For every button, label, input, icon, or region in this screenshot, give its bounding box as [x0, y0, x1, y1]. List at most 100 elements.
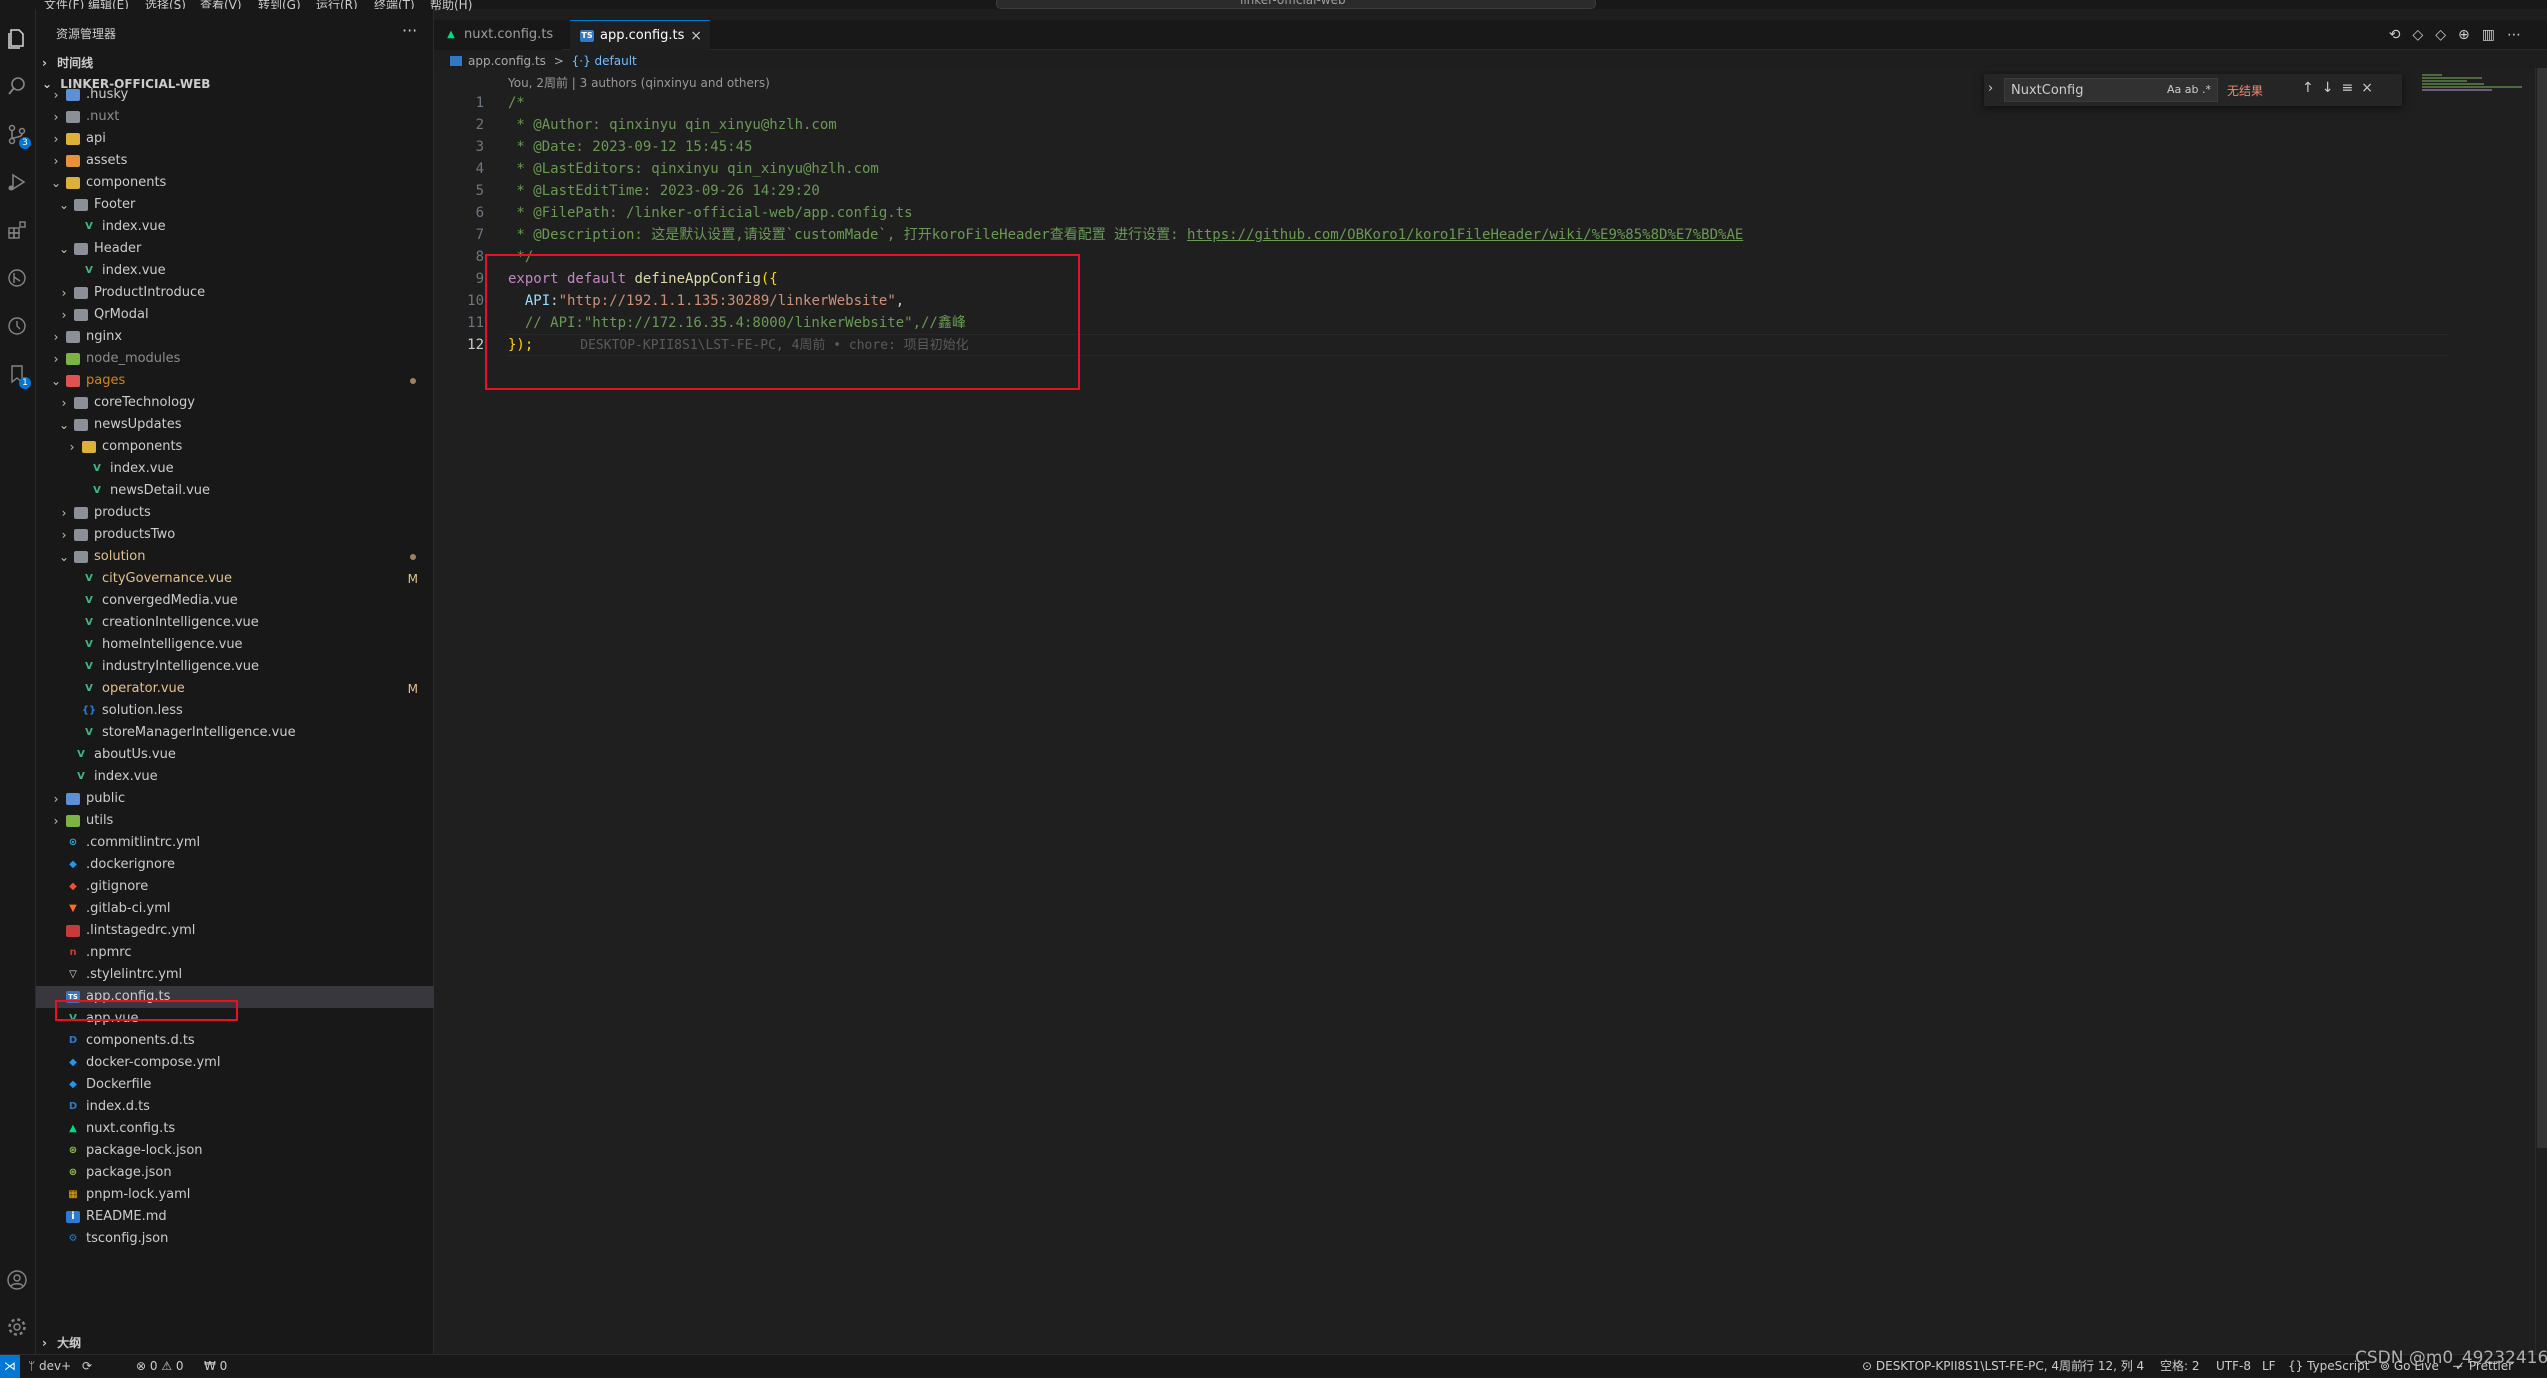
dts-file-icon: D: [68, 1101, 78, 1112]
scrollbar-thumb[interactable]: [2537, 68, 2547, 1148]
find-nav-buttons[interactable]: ↑↓≡×: [2302, 80, 2381, 96]
more-actions-icon[interactable]: ⋯: [2507, 27, 2533, 43]
tree-folder[interactable]: › assets: [36, 150, 434, 172]
next-change-icon[interactable]: ◇: [2435, 27, 2458, 43]
comment-token: * @LastEditTime: 2023-09-26 14:29:20: [508, 183, 820, 199]
tree-folder[interactable]: ⌄ Header: [36, 238, 434, 260]
split-editor-icon[interactable]: ▥: [2482, 27, 2507, 43]
tree-folder[interactable]: › components: [36, 436, 434, 458]
vertical-scrollbar[interactable]: [2535, 68, 2547, 1354]
tree-folder[interactable]: › node_modules: [36, 348, 434, 370]
git-blame-status[interactable]: ⊙ DESKTOP-KPII8S1\LST-FE-PC, 4周前: [1862, 1355, 2083, 1377]
tree-file[interactable]: VconvergedMedia.vue: [36, 590, 434, 612]
tree-file[interactable]: VnewsDetail.vue: [36, 480, 434, 502]
find-input[interactable]: NuxtConfig Aa ab .*: [2004, 78, 2218, 102]
account-icon[interactable]: [4, 1267, 30, 1293]
timeline-section-header[interactable]: › 时间线: [42, 54, 93, 71]
remote-indicator-icon[interactable]: ⋊: [0, 1355, 20, 1378]
tree-file[interactable]: Voperator.vue M: [36, 678, 434, 700]
tree-folder[interactable]: › productsTwo: [36, 524, 434, 546]
git-modified-badge: M: [407, 572, 418, 586]
codelens-authors[interactable]: You, 2周前 | 3 authors (qinxinyu and other…: [508, 74, 770, 91]
tree-file[interactable]: VcreationIntelligence.vue: [36, 612, 434, 634]
tree-file[interactable]: VcityGovernance.vue M: [36, 568, 434, 590]
tree-folder[interactable]: › utils: [36, 810, 434, 832]
tree-file[interactable]: Vindex.vue: [36, 766, 434, 788]
bookmark-icon[interactable]: 1: [4, 361, 31, 389]
tree-folder[interactable]: ⌄ newsUpdates: [36, 414, 434, 436]
sync-icon[interactable]: ⟳: [82, 1355, 92, 1377]
timeline-icon[interactable]: [4, 313, 30, 339]
menu-help[interactable]: 帮助(H): [430, 0, 472, 13]
search-icon[interactable]: [4, 73, 30, 99]
tree-folder[interactable]: › ProductIntroduce: [36, 282, 434, 304]
tree-file[interactable]: .lintstagedrc.yml: [36, 920, 434, 942]
toggle-replace-icon[interactable]: ›: [1988, 81, 1993, 96]
tree-folder[interactable]: › .nuxt: [36, 106, 434, 128]
tree-file[interactable]: ◆ .gitignore: [36, 876, 434, 898]
close-icon[interactable]: ×: [690, 21, 702, 51]
source-control-icon[interactable]: 3: [4, 121, 31, 149]
tree-folder[interactable]: › nginx: [36, 326, 434, 348]
more-actions-icon[interactable]: ···: [402, 21, 417, 40]
tree-file[interactable]: Dcomponents.d.ts: [36, 1030, 434, 1052]
tree-file[interactable]: ▼ .gitlab-ci.yml: [36, 898, 434, 920]
ports-count[interactable]: ₩ 0: [204, 1355, 227, 1377]
tree-file[interactable]: ▦ pnpm-lock.yaml: [36, 1184, 434, 1206]
tree-file[interactable]: ◆ docker-compose.yml: [36, 1052, 434, 1074]
settings-gear-icon[interactable]: [4, 1314, 30, 1340]
find-options[interactable]: Aa ab .*: [2167, 83, 2211, 96]
tree-folder[interactable]: ⌄ components: [36, 172, 434, 194]
explorer-icon[interactable]: [4, 25, 30, 51]
tree-file[interactable]: Dindex.d.ts: [36, 1096, 434, 1118]
tree-folder[interactable]: ⌄ solution: [36, 546, 434, 568]
tree-file[interactable]: {} solution.less: [36, 700, 434, 722]
tab-app-config[interactable]: TS app.config.ts ×: [570, 20, 710, 50]
tree-folder[interactable]: › QrModal: [36, 304, 434, 326]
tab-nuxt-config[interactable]: ▲ nuxt.config.ts: [434, 20, 562, 50]
tree-file[interactable]: Vindex.vue: [36, 216, 434, 238]
tree-file[interactable]: VhomeIntelligence.vue: [36, 634, 434, 656]
command-center[interactable]: linker-official-web: [996, 0, 1596, 9]
problems-count[interactable]: ⊗ 0 ⚠ 0: [136, 1355, 184, 1377]
tree-file[interactable]: VstoreManagerIntelligence.vue: [36, 722, 434, 744]
tree-file[interactable]: VindustryIntelligence.vue: [36, 656, 434, 678]
previous-change-icon[interactable]: ◇: [2412, 27, 2435, 43]
tree-folder[interactable]: ⌄ pages: [36, 370, 434, 392]
tree-file[interactable]: ▲ nuxt.config.ts: [36, 1118, 434, 1140]
tree-folder[interactable]: › public: [36, 788, 434, 810]
end-of-line[interactable]: LF: [2262, 1355, 2276, 1377]
tree-file[interactable]: VaboutUs.vue: [36, 744, 434, 766]
tree-file[interactable]: i README.md: [36, 1206, 434, 1228]
copilot-icon[interactable]: ⊕: [2458, 27, 2482, 43]
outline-section-header[interactable]: › 大纲: [42, 1334, 81, 1351]
tree-folder[interactable]: › .husky: [36, 84, 434, 106]
tree-file[interactable]: ⊛ package.json: [36, 1162, 434, 1184]
git-branch[interactable]: ᛘ dev+: [28, 1355, 71, 1377]
open-changes-icon[interactable]: ⟲: [2389, 27, 2413, 43]
tree-file[interactable]: ◆ Dockerfile: [36, 1074, 434, 1096]
tree-item-label: productsTwo: [94, 527, 176, 542]
breadcrumb-file[interactable]: app.config.ts: [468, 54, 546, 68]
comment-link[interactable]: https://github.com/OBKoro1/koro1FileHead…: [1187, 227, 1743, 243]
tree-folder[interactable]: › products: [36, 502, 434, 524]
tree-folder[interactable]: › api: [36, 128, 434, 150]
tree-file[interactable]: n .npmrc: [36, 942, 434, 964]
indentation[interactable]: 空格: 2: [2160, 1355, 2200, 1377]
minimap[interactable]: [2422, 74, 2532, 94]
encoding[interactable]: UTF-8: [2216, 1355, 2251, 1377]
tree-file[interactable]: ⚙ tsconfig.json: [36, 1228, 434, 1250]
cursor-position[interactable]: 行 12, 列 4: [2082, 1355, 2144, 1377]
tree-folder[interactable]: › coreTechnology: [36, 392, 434, 414]
tree-file[interactable]: Vindex.vue: [36, 260, 434, 282]
tree-file[interactable]: ⊛ package-lock.json: [36, 1140, 434, 1162]
git-graph-icon[interactable]: [4, 265, 30, 291]
run-debug-icon[interactable]: [4, 169, 30, 195]
breadcrumb-symbol[interactable]: {⋅} default: [572, 54, 637, 68]
extensions-icon[interactable]: [4, 217, 30, 243]
tree-folder[interactable]: ⌄ Footer: [36, 194, 434, 216]
tree-file[interactable]: ▽ .stylelintrc.yml: [36, 964, 434, 986]
tree-file[interactable]: Vindex.vue: [36, 458, 434, 480]
tree-file[interactable]: ⊙ .commitlintrc.yml: [36, 832, 434, 854]
tree-file[interactable]: ◆ .dockerignore: [36, 854, 434, 876]
